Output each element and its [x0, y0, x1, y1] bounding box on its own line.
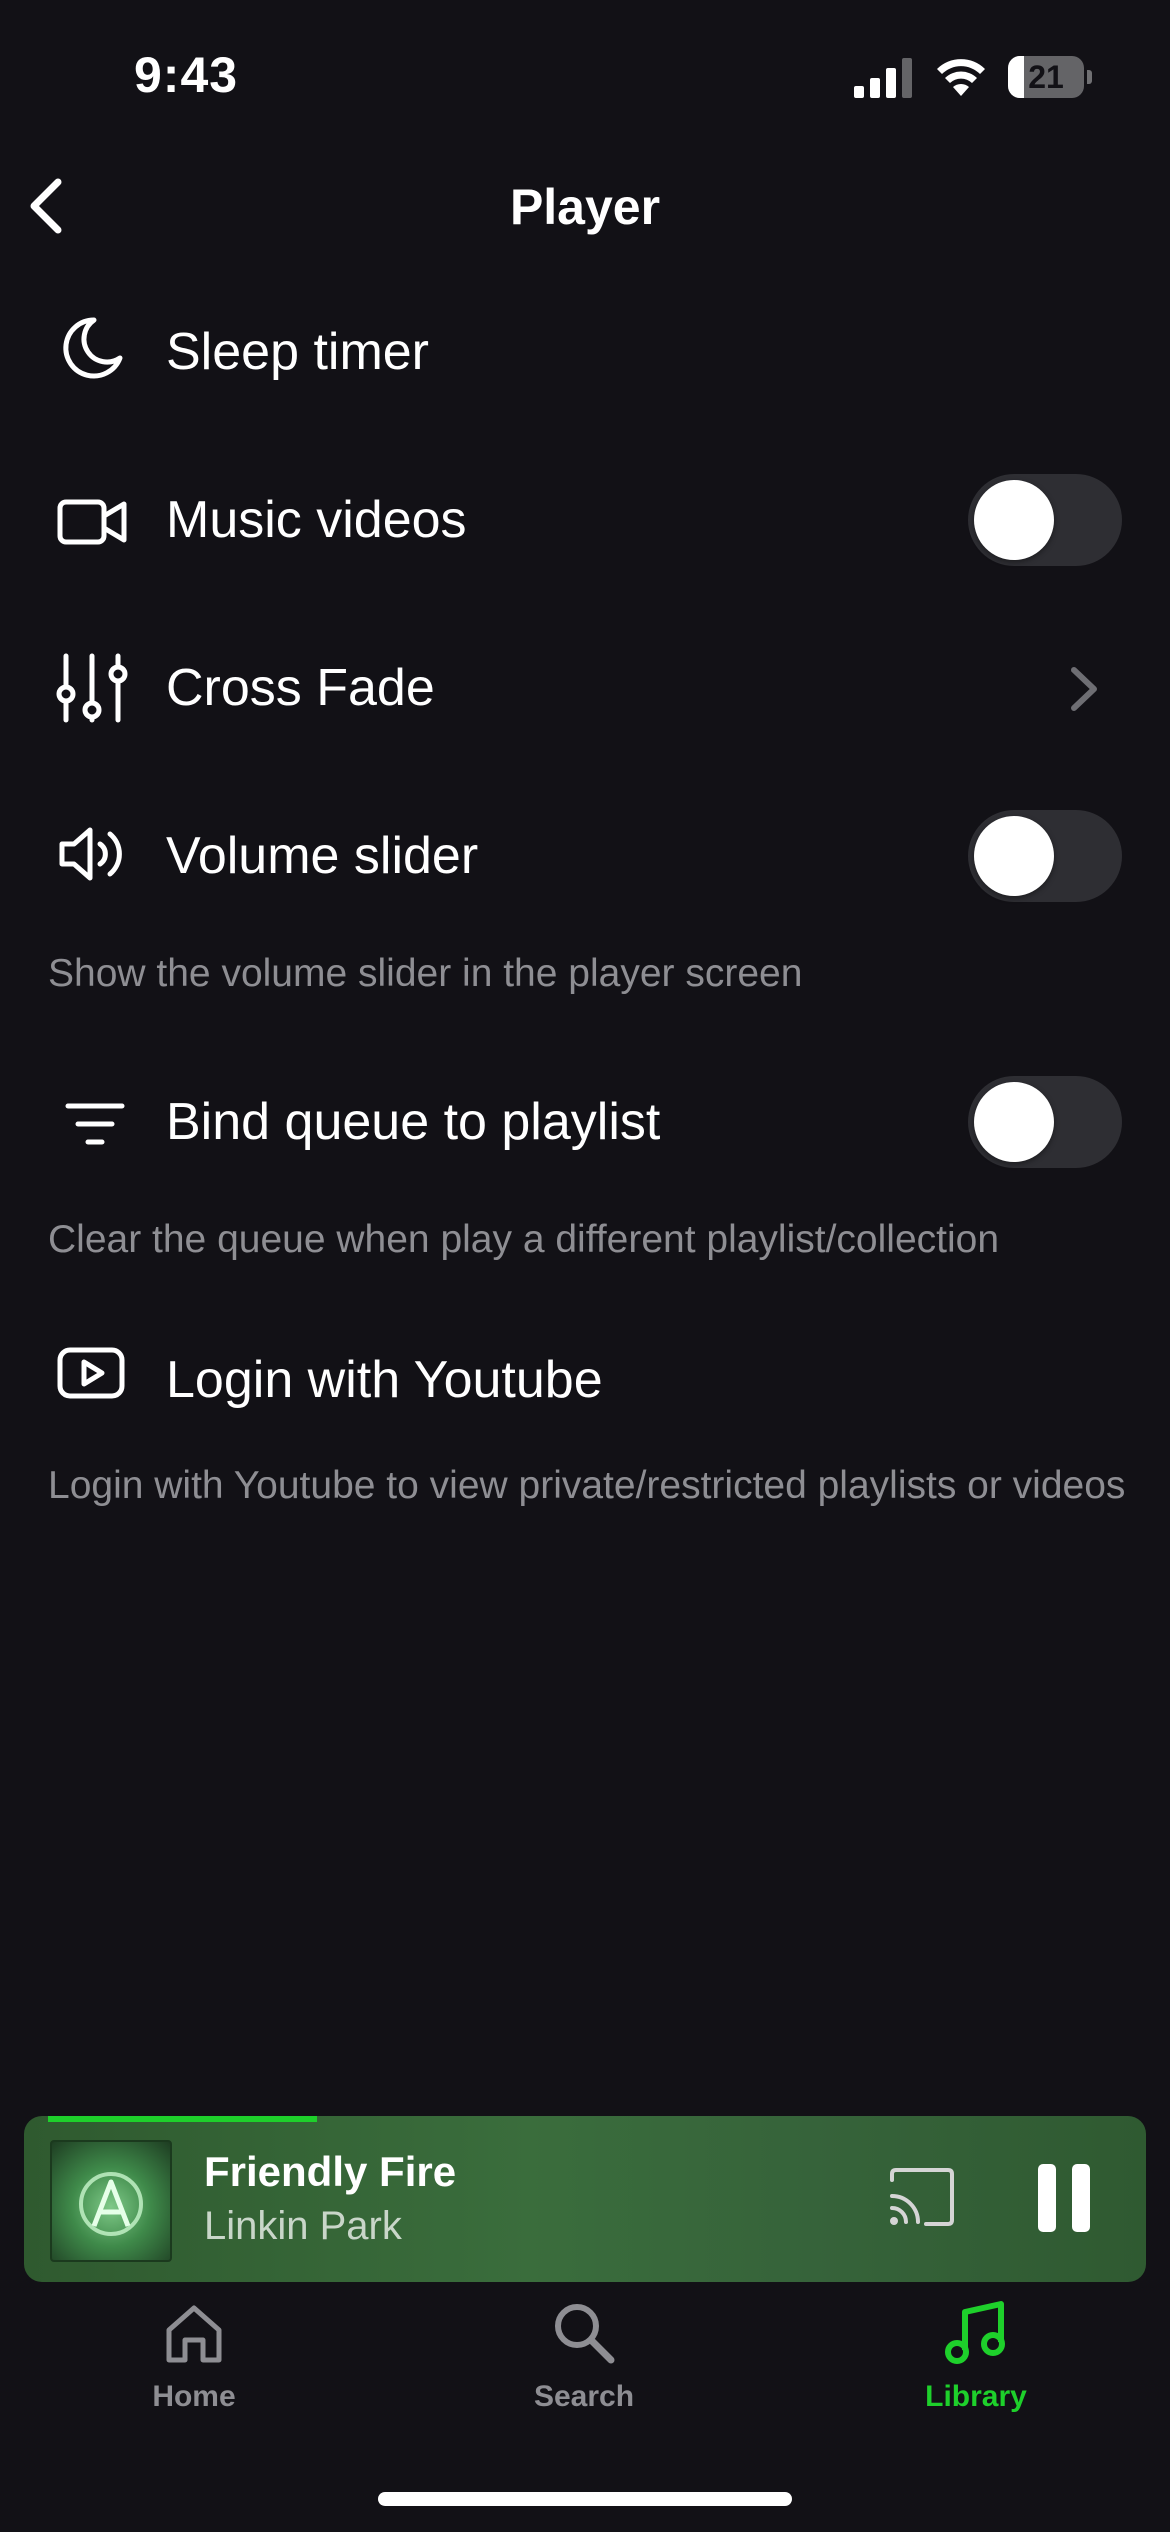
- video-camera-icon: [57, 499, 127, 545]
- chevron-right-icon: [1071, 667, 1097, 711]
- song-artist: Linkin Park: [204, 2204, 402, 2248]
- volume-slider-description: Show the volume slider in the player scr…: [48, 952, 803, 995]
- moon-icon: [63, 317, 123, 379]
- signal-icon: [854, 58, 912, 98]
- login-youtube-label: Login with Youtube: [166, 1351, 603, 1409]
- music-videos-toggle[interactable]: [968, 474, 1122, 566]
- login-youtube-description: Login with Youtube to view private/restr…: [48, 1464, 1126, 1507]
- cast-icon[interactable]: [886, 2166, 956, 2228]
- tab-library[interactable]: Library: [876, 2300, 1076, 2430]
- playback-progress: [48, 2116, 317, 2122]
- home-icon: [166, 2305, 222, 2363]
- mini-player[interactable]: Friendly Fire Linkin Park: [24, 2116, 1146, 2282]
- bind-queue-description: Clear the queue when play a different pl…: [48, 1218, 1000, 1261]
- speaker-icon: [59, 827, 122, 881]
- tab-search-label: Search: [533, 2380, 635, 2413]
- bind-queue-toggle[interactable]: [968, 1076, 1122, 1168]
- music-note-icon: [945, 2301, 1005, 2364]
- bind-queue-label: Bind queue to playlist: [166, 1093, 661, 1151]
- volume-slider-label: Volume slider: [166, 827, 479, 885]
- album-logo-icon: [79, 2172, 143, 2236]
- wifi-icon: [937, 59, 985, 96]
- home-indicator: [378, 2492, 792, 2506]
- filter-icon: [65, 1103, 125, 1145]
- tab-home[interactable]: Home: [94, 2300, 294, 2430]
- battery-icon: 21: [1008, 56, 1092, 100]
- tab-library-label: Library: [925, 2380, 1027, 2413]
- status-time: 9:43: [134, 47, 239, 103]
- music-videos-label: Music videos: [166, 491, 467, 549]
- volume-slider-toggle[interactable]: [968, 810, 1122, 902]
- song-title: Friendly Fire: [204, 2148, 457, 2195]
- sleep-timer-label: Sleep timer: [166, 323, 429, 381]
- battery-level: 21: [1028, 59, 1064, 95]
- album-art: [50, 2140, 172, 2262]
- tab-home-label: Home: [152, 2380, 236, 2413]
- search-icon: [555, 2304, 615, 2364]
- youtube-icon: [57, 1347, 125, 1399]
- page-title: Player: [509, 179, 661, 235]
- pause-icon[interactable]: [1036, 2162, 1092, 2234]
- cross-fade-label: Cross Fade: [166, 659, 435, 717]
- tab-search[interactable]: Search: [484, 2300, 684, 2430]
- equalizer-icon: [56, 653, 128, 723]
